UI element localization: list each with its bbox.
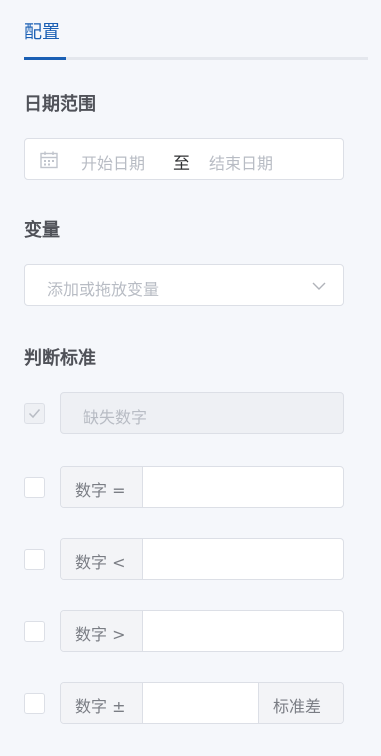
- date-range-separator: 至: [173, 154, 190, 174]
- chevron-down-icon[interactable]: [311, 278, 327, 294]
- end-date-input[interactable]: 结束日期: [209, 150, 273, 174]
- date-range-picker[interactable]: 开始日期 至 结束日期: [24, 138, 344, 180]
- rule-equals-prefix: 数字 =: [61, 467, 143, 507]
- rule-std-checkbox[interactable]: [24, 693, 45, 714]
- rule-equals-checkbox[interactable]: [24, 477, 45, 498]
- rule-greater-than-prefix-label: 数字 >: [75, 625, 126, 644]
- calendar-icon: [40, 151, 58, 169]
- missing-number-checkbox[interactable]: [24, 403, 45, 424]
- rule-std-input[interactable]: [143, 683, 258, 723]
- rule-equals-input[interactable]: [143, 467, 343, 507]
- variable-title: 变量: [24, 220, 60, 241]
- rule-less-than: 数字 <: [60, 538, 344, 580]
- rule-std-suffix: 标准差: [258, 683, 343, 723]
- missing-number-field: 缺失数字: [60, 392, 344, 434]
- rule-less-than-checkbox[interactable]: [24, 549, 45, 570]
- rule-less-than-prefix: 数字 <: [61, 539, 143, 579]
- rule-std-suffix-label: 标准差: [273, 697, 322, 716]
- missing-number-label: 缺失数字: [83, 408, 148, 427]
- tab-divider: [24, 57, 368, 60]
- rule-std-prefix: 数字 ±: [61, 683, 143, 723]
- variable-select[interactable]: 添加或拖放变量: [24, 264, 344, 306]
- rule-greater-than-checkbox[interactable]: [24, 621, 45, 642]
- rule-less-than-input[interactable]: [143, 539, 343, 579]
- rule-std-prefix-label: 数字 ±: [75, 697, 126, 716]
- tab-bar: 配置: [24, 0, 368, 60]
- variable-placeholder: 添加或拖放变量: [47, 280, 160, 299]
- tab-active-indicator: [24, 57, 66, 60]
- rule-std: 数字 ± 标准差: [60, 682, 344, 724]
- rule-greater-than-prefix: 数字 >: [61, 611, 143, 651]
- rule-equals-prefix-label: 数字 =: [75, 481, 126, 500]
- rule-greater-than: 数字 >: [60, 610, 344, 652]
- rule-less-than-prefix-label: 数字 <: [75, 553, 126, 572]
- criteria-title: 判断标准: [24, 348, 96, 369]
- start-date-input[interactable]: 开始日期: [81, 150, 145, 174]
- date-range-title: 日期范围: [24, 94, 96, 115]
- rule-greater-than-input[interactable]: [143, 611, 343, 651]
- rule-equals: 数字 =: [60, 466, 344, 508]
- tab-config[interactable]: 配置: [24, 18, 60, 44]
- check-icon: [28, 409, 41, 419]
